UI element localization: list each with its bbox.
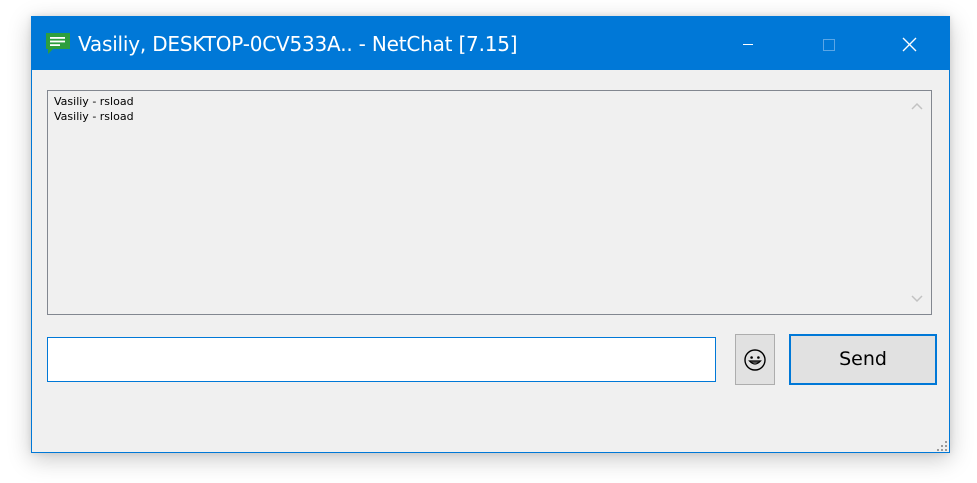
resize-grip-icon (937, 441, 947, 451)
netchat-message-icon (44, 32, 72, 56)
title-bar[interactable]: Vasiliy, DESKTOP-0CV533A.. - NetChat [7.… (32, 17, 949, 70)
chat-message: Vasiliy - rsload (54, 110, 134, 123)
maximize-icon (823, 39, 835, 51)
scroll-up-button[interactable] (903, 91, 931, 119)
chat-log-scrollbar[interactable] (903, 91, 931, 314)
resize-grip[interactable] (936, 439, 948, 451)
smiley-face-icon (744, 349, 766, 371)
minimize-icon (743, 44, 753, 45)
scroll-down-button[interactable] (903, 286, 931, 314)
minimize-button[interactable] (725, 17, 771, 70)
chevron-up-icon (911, 102, 923, 110)
chat-message: Vasiliy - rsload (54, 95, 134, 108)
emoji-button[interactable] (735, 334, 775, 385)
close-icon (902, 37, 917, 52)
maximize-button[interactable] (806, 17, 852, 70)
message-input[interactable] (47, 337, 716, 382)
send-button[interactable]: Send (789, 334, 937, 385)
chat-log[interactable]: Vasiliy - rsload Vasiliy - rsload (47, 90, 932, 315)
window-title: Vasiliy, DESKTOP-0CV533A.. - NetChat [7.… (78, 32, 518, 56)
chevron-down-icon (911, 295, 923, 303)
netchat-window: Vasiliy, DESKTOP-0CV533A.. - NetChat [7.… (31, 16, 950, 453)
close-button[interactable] (887, 17, 933, 70)
chat-messages: Vasiliy - rsload Vasiliy - rsload (54, 94, 134, 124)
